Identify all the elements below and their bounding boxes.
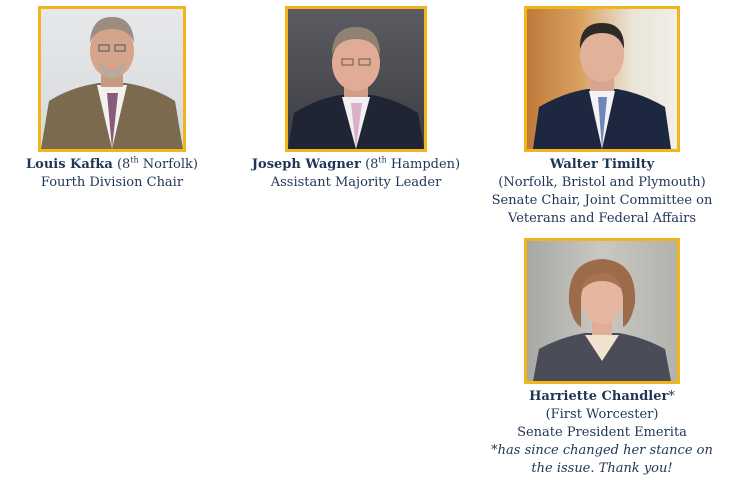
district: (8th Hampden) — [365, 155, 461, 172]
senator-role: Senate Chair, Joint Committee on — [491, 193, 713, 208]
district: (8th Norfolk) — [116, 155, 198, 172]
person-silhouette-icon — [533, 23, 671, 149]
senator-role: Senate President Emerita — [517, 425, 687, 440]
person-silhouette-icon — [288, 27, 424, 149]
footnote: *has since changed her stance on — [491, 443, 713, 458]
portrait-photo — [524, 238, 680, 384]
person-silhouette-icon — [533, 259, 671, 381]
asterisk-mark: * — [668, 389, 675, 404]
senator-role: Veterans and Federal Affairs — [508, 211, 696, 226]
portrait-photo — [285, 6, 427, 152]
senator-role: Fourth Division Chair — [40, 175, 184, 190]
senator-card-timilty: Walter Timilty (Norfolk, Bristol and Ply… — [484, 6, 720, 228]
senator-name-line: Harriette Chandler* — [484, 388, 720, 406]
senator-card-chandler: Harriette Chandler* (First Worcester) Se… — [484, 238, 720, 478]
senator-card-kafka: Louis Kafka (8th Norfolk) Fourth Divisio… — [22, 6, 202, 192]
senator-name-line: Joseph Wagner (8th Hampden) — [240, 156, 472, 174]
senator-role: Assistant Majority Leader — [270, 175, 442, 190]
senator-name: Walter Timilty — [549, 157, 655, 172]
district: (Norfolk, Bristol and Plymouth) — [498, 175, 706, 190]
senator-name: Joseph Wagner — [251, 157, 361, 172]
person-silhouette-icon — [41, 17, 183, 149]
footnote: the issue. Thank you! — [531, 461, 673, 476]
portrait-photo — [524, 6, 680, 152]
senator-name: Louis Kafka — [26, 157, 113, 172]
senator-name: Harriette Chandler — [529, 389, 669, 404]
portrait-photo — [38, 6, 186, 152]
district: (First Worcester) — [545, 407, 659, 422]
senator-card-wagner: Joseph Wagner (8th Hampden) Assistant Ma… — [240, 6, 472, 192]
senator-name-line: Louis Kafka (8th Norfolk) — [22, 156, 202, 174]
